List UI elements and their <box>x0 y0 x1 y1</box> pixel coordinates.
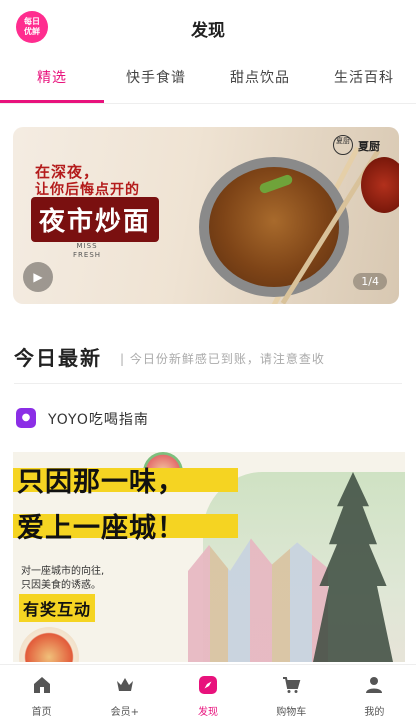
tabbar-profile[interactable]: 我的 <box>333 665 416 721</box>
poster-subtext-2: 只因美食的诱惑。 <box>21 580 101 591</box>
category-tabs: 精选 快手食谱 甜点饮品 生活百科 <box>0 55 416 103</box>
feed-poster[interactable]: 只因那一味， 爱上一座城！ 对一座城市的向往, 只因美食的诱惑。 有奖互动 <box>13 452 405 662</box>
banner-headline: 夜市炒面 <box>31 197 160 242</box>
brand-mark-line2: FRESH <box>73 251 102 259</box>
tabbar-home[interactable]: 首页 <box>0 665 83 721</box>
tabs-divider <box>0 103 416 104</box>
tab-featured[interactable]: 精选 <box>0 55 104 103</box>
tab-quick-recipes[interactable]: 快手食谱 <box>104 55 208 103</box>
brand-mark-line1: MISS <box>76 242 98 250</box>
section-header: 今日最新 | 今日份新鲜感已到账，请注意查收 <box>14 342 404 372</box>
banner-brand-mark: MISS FRESH <box>73 242 101 260</box>
banner-line2: 让你后悔点开的 <box>35 182 140 198</box>
chili-bowl-graphic <box>361 157 399 213</box>
cart-icon <box>281 675 301 695</box>
top-bar: 每日 优鲜 发现 <box>0 0 416 55</box>
brand-badge-icon: 夏厨 <box>333 135 353 155</box>
author-name: YOYO吃喝指南 <box>48 412 149 428</box>
author-avatar-icon: ● <box>16 408 36 428</box>
compass-icon <box>198 675 218 695</box>
carousel-pager: 1/4 <box>353 273 387 290</box>
tabbar-discover-label: 发现 <box>198 707 218 718</box>
section-subtitle-text: 今日份新鲜感已到账，请注意查收 <box>129 352 325 366</box>
banner-carousel[interactable]: 在深夜， 让你后悔点开的 夜市炒面 MISS FRESH 夏厨 夏厨 ▶ 1/4 <box>13 127 399 304</box>
poster-headline-1: 只因那一味， <box>17 467 185 498</box>
tabbar-member-label: 会员+ <box>110 707 139 718</box>
poster-subtext-1: 对一座城市的向往, <box>21 566 105 577</box>
tab-life-encyclopedia[interactable]: 生活百科 <box>312 55 416 103</box>
tabbar-home-label: 首页 <box>31 707 52 718</box>
tab-desserts-drinks[interactable]: 甜点饮品 <box>208 55 312 103</box>
crown-icon <box>115 675 135 695</box>
tabbar-member[interactable]: 会员+ <box>83 665 166 721</box>
play-button[interactable]: ▶ <box>23 262 53 292</box>
section-title: 今日最新 <box>14 346 102 370</box>
shrimp-dish-illustration <box>19 627 79 662</box>
home-icon <box>32 675 52 695</box>
houses-illustration <box>188 538 328 662</box>
tabbar-cart[interactable]: 购物车 <box>250 665 333 721</box>
tabbar-discover[interactable]: 发现 <box>166 665 249 721</box>
user-icon <box>364 675 384 695</box>
tabbar-profile-label: 我的 <box>364 707 385 718</box>
bottom-tab-bar: 首页 会员+ 发现 购物车 我的 <box>0 664 416 721</box>
brand-name: 夏厨 <box>358 140 380 153</box>
poster-headline-2: 爱上一座城！ <box>17 513 185 544</box>
section-divider <box>14 383 402 384</box>
section-subtitle: | 今日份新鲜感已到账，请注意查收 <box>120 352 325 366</box>
tabbar-cart-label: 购物车 <box>276 707 307 718</box>
page-title: 发现 <box>191 21 225 41</box>
poster-cta: 有奖互动 <box>19 594 96 622</box>
